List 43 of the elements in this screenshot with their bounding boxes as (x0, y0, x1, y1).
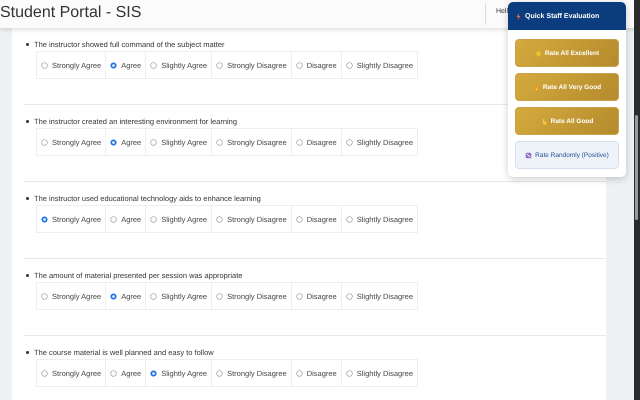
radio-icon[interactable] (110, 292, 118, 300)
radio-icon[interactable] (110, 216, 118, 222)
bullet-icon (26, 120, 29, 122)
radio-icon[interactable] (41, 216, 48, 222)
radio-icon[interactable] (41, 370, 48, 376)
radio-icon[interactable] (296, 292, 303, 300)
radio-icon[interactable] (41, 138, 48, 146)
radio-icon[interactable] (346, 216, 353, 222)
radio-icon[interactable] (110, 370, 118, 376)
flame-icon (532, 84, 540, 90)
scrollbar-thumb[interactable] (635, 115, 638, 220)
radio-icon[interactable] (41, 62, 48, 68)
radio-icon[interactable] (296, 62, 303, 68)
radio-icon[interactable] (110, 138, 118, 146)
radio-icon[interactable] (150, 62, 158, 68)
radio-icon[interactable] (346, 62, 353, 68)
bullet-icon (26, 42, 29, 46)
radio-icon[interactable] (346, 138, 353, 146)
radio-icon[interactable] (110, 62, 118, 68)
radio-icon[interactable] (150, 370, 158, 376)
bullet-icon (26, 350, 29, 354)
bullet-icon (26, 274, 29, 276)
radio-icon[interactable] (296, 138, 303, 146)
bullet-icon (26, 196, 29, 200)
lightning-icon (516, 12, 521, 20)
radio-icon[interactable] (150, 292, 158, 300)
radio-icon[interactable] (346, 370, 353, 376)
radio-icon[interactable] (346, 292, 353, 300)
radio-icon[interactable] (216, 370, 224, 376)
star-icon (534, 50, 542, 56)
radio-icon[interactable] (150, 216, 158, 222)
dice-icon (525, 152, 532, 158)
radio-icon[interactable] (296, 370, 303, 376)
radio-icon[interactable] (216, 292, 224, 300)
radio-icon[interactable] (41, 292, 48, 300)
radio-icon[interactable] (216, 138, 224, 146)
hand-icon (540, 118, 548, 124)
page-title: Student Portal - SIS (0, 4, 142, 22)
radio-icon[interactable] (216, 216, 224, 222)
radio-icon[interactable] (150, 138, 158, 146)
radio-icon[interactable] (216, 62, 224, 68)
scrollbar[interactable] (634, 0, 640, 400)
radio-icon[interactable] (296, 216, 303, 222)
